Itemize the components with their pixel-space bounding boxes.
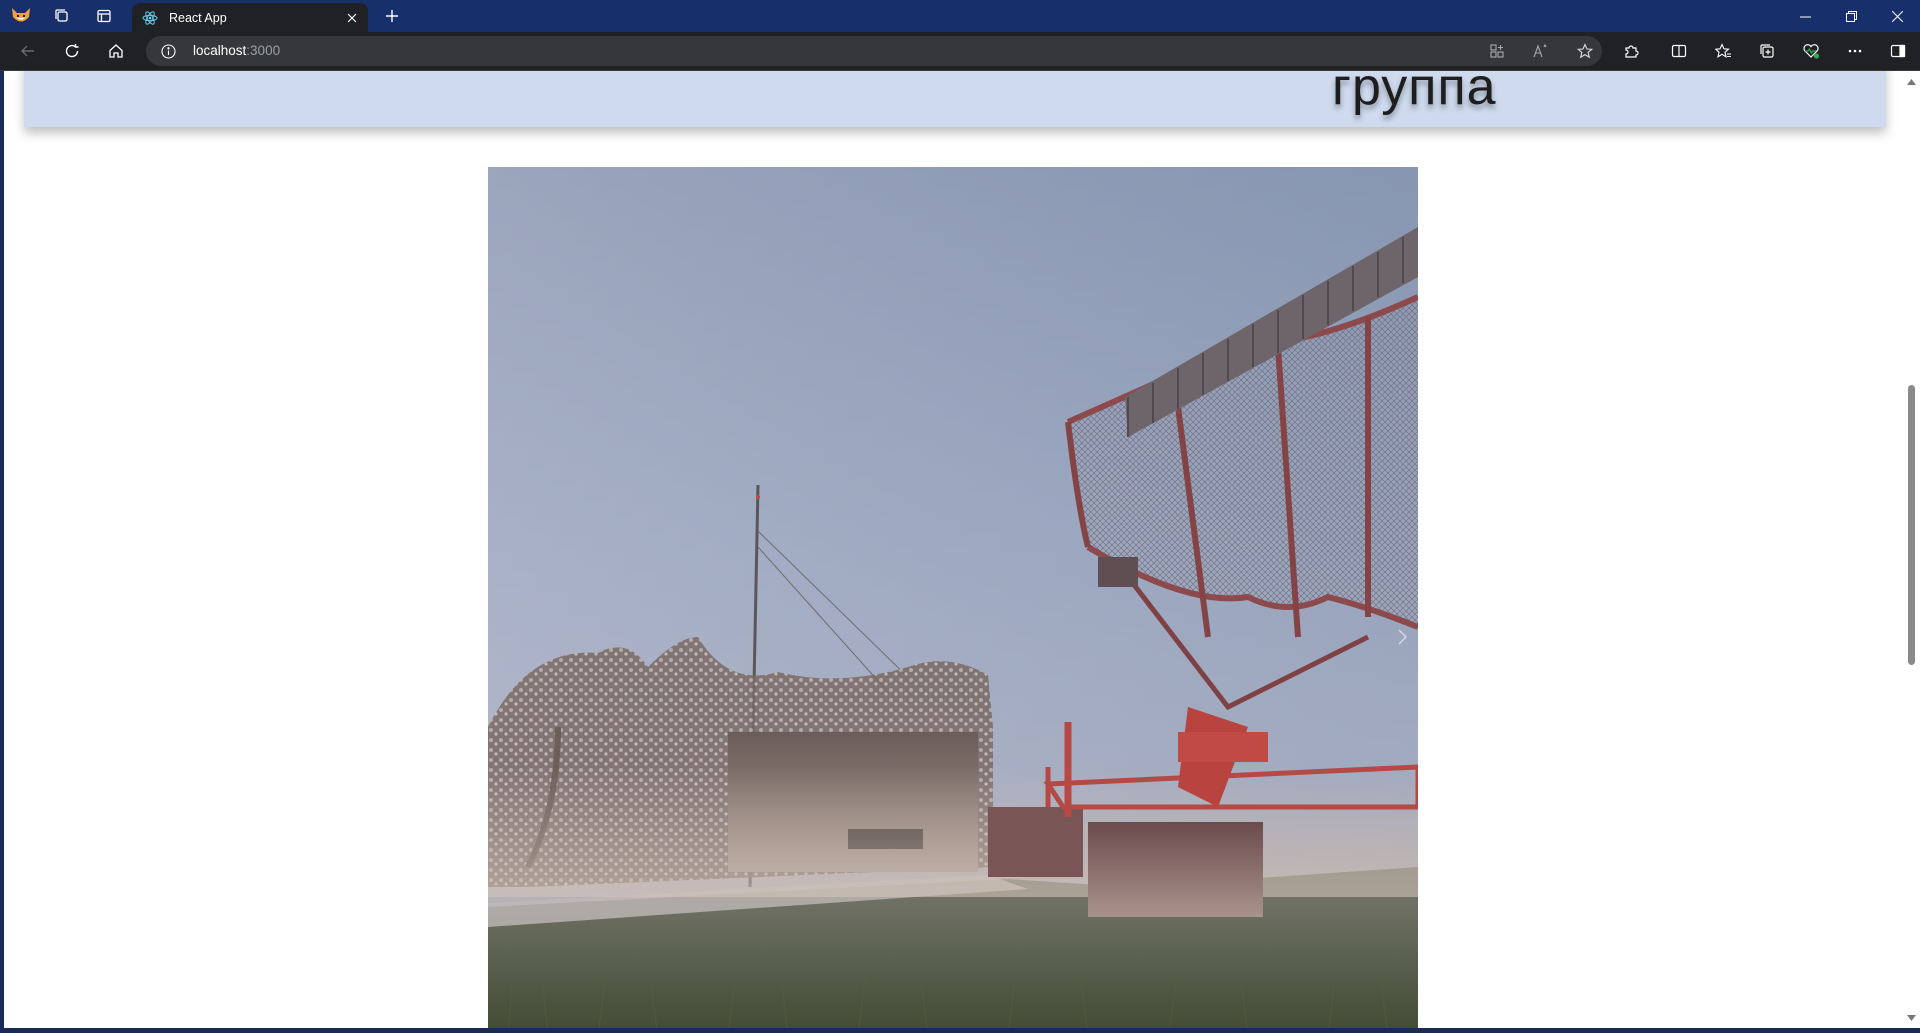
more-icon[interactable] [1843,39,1867,63]
slide-image [488,167,1418,1028]
url-port: :3000 [246,43,281,58]
info-icon[interactable] [160,43,176,59]
sidebar-icon[interactable] [1886,39,1910,63]
url-text[interactable]: localhost:3000 [193,43,280,58]
close-tab-icon[interactable] [342,8,362,28]
header-banner: группа [24,71,1886,127]
toolbar: localhost:3000 [0,32,1920,71]
home-icon[interactable] [100,37,132,65]
app-icon[interactable] [1487,41,1507,61]
slider-next-button[interactable] [1392,625,1412,649]
tab-strip: React App [0,0,1920,32]
react-logo-icon [142,10,158,26]
heart-pulse-icon[interactable] [1799,39,1823,63]
scroll-up-arrow[interactable] [1903,73,1920,90]
scrollbar[interactable] [1903,71,1920,1028]
plus-icon [385,9,399,23]
tab-actions-icon[interactable] [92,4,116,28]
fox-profile-icon[interactable] [9,4,33,28]
scrollbar-thumb[interactable] [1908,385,1915,665]
close-window-button[interactable] [1874,0,1920,32]
page-viewport: группа [0,71,1903,1028]
url-host: localhost [193,43,247,58]
back-arrow-icon[interactable] [12,37,44,65]
image-slider[interactable] [488,167,1418,1028]
chevron-right-icon [1396,628,1408,646]
puzzle-icon[interactable] [1619,39,1643,63]
collections-icon[interactable] [1755,39,1779,63]
window-bottom-edge [0,1028,1920,1033]
page-title: группа [1332,71,1497,116]
scroll-down-arrow[interactable] [1903,1009,1920,1026]
minimize-button[interactable] [1782,0,1828,32]
restore-button[interactable] [1828,0,1874,32]
split-screen-icon[interactable] [1667,39,1691,63]
workspaces-icon[interactable] [50,4,74,28]
read-aloud-icon[interactable] [1531,41,1551,61]
tab-title: React App [169,10,227,25]
new-tab-button[interactable] [380,4,404,28]
address-bar[interactable]: localhost:3000 [146,36,1602,66]
favorites-icon[interactable] [1711,39,1735,63]
star-icon[interactable] [1575,41,1595,61]
refresh-icon[interactable] [56,37,88,65]
tab-react-app[interactable]: React App [132,3,368,32]
